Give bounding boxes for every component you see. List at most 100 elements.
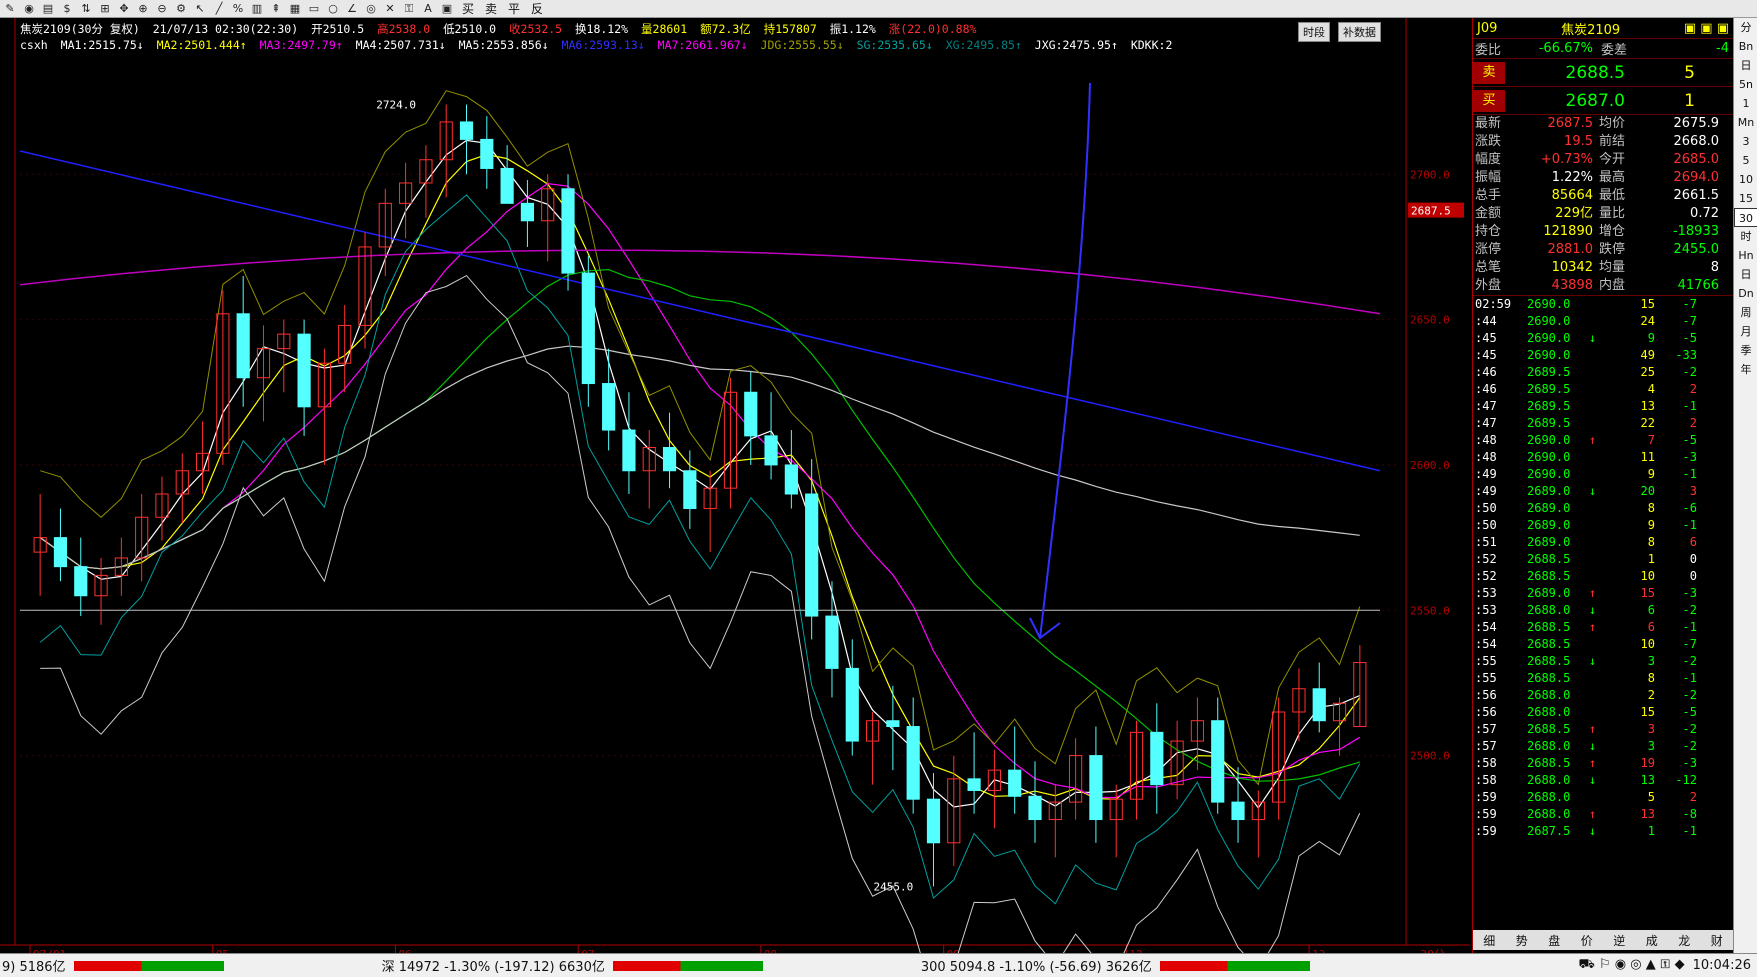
- toolbar-tool-12[interactable]: %: [230, 2, 246, 16]
- toolbar-tool-23[interactable]: ▣: [439, 2, 455, 16]
- candle-body: [825, 615, 839, 669]
- kdkk-label: KDKK:2: [1130, 38, 1173, 52]
- side-tab-10[interactable]: 30: [1734, 208, 1757, 227]
- tick-price: 2688.5: [1527, 756, 1571, 770]
- toolbar-tool-1[interactable]: ◉: [21, 2, 37, 16]
- bottom-tabs: 细势盘价逆成龙财: [1473, 930, 1733, 950]
- toolbar-tool-18[interactable]: ∠: [344, 2, 360, 16]
- bottom-tab-4[interactable]: 逆: [1603, 932, 1636, 949]
- side-tab-4[interactable]: 1: [1734, 94, 1757, 113]
- side-tab-3[interactable]: 5n: [1734, 75, 1757, 94]
- tick-row: :46 2689.5 4 2: [1473, 381, 1733, 398]
- side-tab-7[interactable]: 5: [1734, 151, 1757, 170]
- toolbar-menu-0[interactable]: 买: [458, 0, 478, 17]
- price-tick-label: 2700.0: [1410, 168, 1450, 181]
- tick-row: :58 2688.0 ↓ 13 -12: [1473, 772, 1733, 789]
- tick-row: :54 2688.5 ↑ 6 -1: [1473, 619, 1733, 636]
- bottom-tab-6[interactable]: 龙: [1668, 932, 1701, 949]
- period-side-tabs: 分 Bn 日 5n 1 Mn 3 5 10 15 30 时 Hn 日 Dn 周月季年: [1733, 18, 1757, 953]
- toolbar-tool-2[interactable]: ▤: [40, 2, 56, 16]
- side-tab-5[interactable]: Mn: [1734, 113, 1757, 132]
- bottom-tab-2[interactable]: 盘: [1538, 932, 1571, 949]
- quote-label: 持仓: [1475, 224, 1502, 239]
- toolbar-tool-11[interactable]: ╱: [211, 2, 227, 16]
- side-tab-11[interactable]: 时: [1734, 227, 1757, 246]
- buy-price: 2687.0: [1565, 90, 1625, 111]
- trough-label: 2455.0: [873, 880, 913, 893]
- tick-arrow: [1589, 313, 1617, 330]
- tick-row: 02:59 2690.0 15 -7: [1473, 296, 1733, 313]
- buy-row: 买 2687.0 1: [1473, 87, 1733, 115]
- toolbar-tool-15[interactable]: ▦: [287, 2, 303, 16]
- ma2-label: MA2:2501.444↑: [156, 38, 247, 52]
- toolbar-tool-16[interactable]: ▭: [306, 2, 322, 16]
- ma4-label: MA4:2507.731↓: [355, 38, 446, 52]
- tick-row: :44 2690.0 24 -7: [1473, 313, 1733, 330]
- toolbar-tool-7[interactable]: ⊕: [135, 2, 151, 16]
- toolbar-tool-13[interactable]: ▥: [249, 2, 265, 16]
- side-tab-6[interactable]: 3: [1734, 132, 1757, 151]
- bottom-tab-7[interactable]: 财: [1701, 932, 1734, 949]
- toolbar-tool-21[interactable]: ⚿: [401, 2, 417, 16]
- toolbar-tool-0[interactable]: ✎: [2, 2, 18, 16]
- side-tab-2[interactable]: 日: [1734, 56, 1757, 75]
- bottom-tab-5[interactable]: 成: [1636, 932, 1669, 949]
- fill-data-button[interactable]: 补数据: [1338, 22, 1381, 42]
- quote-label: 今开: [1599, 152, 1626, 167]
- tick-time: :47: [1475, 416, 1497, 430]
- bottom-tab-0[interactable]: 细: [1473, 932, 1506, 949]
- kline-svg[interactable]: 2700.02650.02600.02550.02500.007/0105060…: [0, 18, 1470, 953]
- toolbar-tool-22[interactable]: A: [420, 2, 436, 16]
- tick-price: 2690.0: [1527, 314, 1571, 328]
- tick-list[interactable]: 02:59 2690.0 15 -7:44 2690.0 24 -7:45 2690.0 ↓ 9-…: [1473, 295, 1733, 840]
- tick-price: 2689.5: [1527, 382, 1571, 396]
- side-tab-16[interactable]: 月: [1734, 322, 1757, 341]
- toolbar-menu-2[interactable]: 平: [504, 0, 524, 17]
- toolbar-tool-20[interactable]: ✕: [382, 2, 398, 16]
- side-tab-9[interactable]: 15: [1734, 189, 1757, 208]
- toolbar-tool-6[interactable]: ✥: [116, 2, 132, 16]
- toolbar-tool-14[interactable]: ⇞: [268, 2, 284, 16]
- ma3-label: MA3:2497.79↑: [259, 38, 343, 52]
- side-tab-14[interactable]: Dn: [1734, 284, 1757, 303]
- kline-chart[interactable]: 2700.02650.02600.02550.02500.007/0105060…: [0, 18, 1470, 953]
- toolbar-tool-10[interactable]: ↖: [192, 2, 208, 16]
- toolbar-menu-1[interactable]: 卖: [481, 0, 501, 17]
- tick-time: :58: [1475, 773, 1497, 787]
- bottom-tab-3[interactable]: 价: [1571, 932, 1604, 949]
- tick-price: 2689.0: [1527, 586, 1571, 600]
- ma5-label: MA5:2553.856↓: [458, 38, 549, 52]
- side-tab-18[interactable]: 年: [1734, 360, 1757, 379]
- toolbar-tool-5[interactable]: ⊞: [97, 2, 113, 16]
- toolbar-tool-8[interactable]: ⊖: [154, 2, 170, 16]
- tick-arrow: ↓: [1589, 654, 1597, 668]
- sg-label: SG:2535.65↓: [856, 38, 933, 52]
- side-tab-8[interactable]: 10: [1734, 170, 1757, 189]
- toolbar-tool-17[interactable]: ○: [325, 2, 341, 16]
- candle-body: [1312, 688, 1326, 722]
- quote-label: 跌停: [1599, 242, 1626, 257]
- side-tab-13[interactable]: 日: [1734, 265, 1757, 284]
- tick-row: :57 2688.5 ↑ 3 -2: [1473, 721, 1733, 738]
- bottom-tab-1[interactable]: 势: [1506, 932, 1539, 949]
- tick-time: :53: [1475, 586, 1497, 600]
- status-icons[interactable]: ⛟ ⚐ ◉ ◎ ▲ ⚿ ◆: [1579, 957, 1685, 974]
- side-tab-17[interactable]: 季: [1734, 341, 1757, 360]
- side-tab-12[interactable]: Hn: [1734, 246, 1757, 265]
- side-tab-1[interactable]: Bn: [1734, 37, 1757, 56]
- period-button[interactable]: 时段: [1298, 22, 1330, 42]
- toolbar-tool-9[interactable]: ⚙: [173, 2, 189, 16]
- tick-volume: 5: [1647, 790, 1655, 804]
- weibi-label: 委比: [1475, 43, 1502, 58]
- toolbar-tool-4[interactable]: ⇅: [78, 2, 94, 16]
- side-tab-0[interactable]: 分: [1734, 18, 1757, 37]
- toolbar-menu-3[interactable]: 反: [527, 0, 547, 17]
- toolbar-tool-19[interactable]: ◎: [363, 2, 379, 16]
- status-bar: 9) 5186亿 深 14972 -1.30% (-197.12) 6630亿 …: [0, 953, 1757, 977]
- toolbar-tool-3[interactable]: $: [59, 2, 75, 16]
- tick-row: :50 2689.0 9 -1: [1473, 517, 1733, 534]
- side-tab-15[interactable]: 周: [1734, 303, 1757, 322]
- tick-arrow: ↑: [1589, 433, 1597, 447]
- tick-price: 2690.0: [1527, 331, 1571, 345]
- tick-row: :46 2689.5 25 -2: [1473, 364, 1733, 381]
